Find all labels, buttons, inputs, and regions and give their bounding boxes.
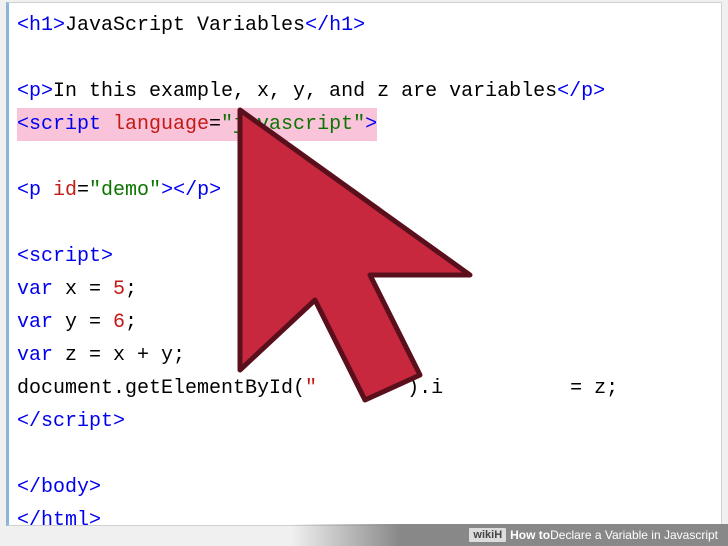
tag-script-close: </script> [17, 410, 125, 433]
code-line-blank [17, 207, 721, 240]
highlighted-script-tag: <script language="javascript"> [17, 108, 377, 141]
code-line-blank [17, 141, 721, 174]
footer-title: Declare a Variable in Javascript [550, 528, 718, 542]
tag-script-open: <script> [17, 245, 113, 268]
code-line: <h1>JavaScript Variables</h1> [17, 9, 721, 42]
code-line-blank [17, 438, 721, 471]
code-line: document.getElementById(").i = z; [17, 372, 721, 405]
code-line: var z = x + y; [17, 339, 721, 372]
tag-close-h1: </h1> [305, 14, 365, 37]
tag-open-h1: <h1> [17, 14, 65, 37]
footer-logo: wikiH [469, 528, 506, 542]
code-line-blank [17, 42, 721, 75]
code-line-highlighted: <script language="javascript"> [17, 108, 721, 141]
code-line: var x = 5; [17, 273, 721, 306]
code-line: <p id="demo"></p> [17, 174, 721, 207]
footer-prefix: How to [510, 528, 550, 542]
code-line: </body> [17, 471, 721, 504]
tag-close-p: </p> [557, 80, 605, 103]
tag-body-close: </body> [17, 476, 101, 499]
text-h1: JavaScript Variables [65, 14, 305, 37]
tag-open-p: <p> [17, 80, 53, 103]
code-editor: <h1>JavaScript Variables</h1> <p>In this… [6, 2, 722, 526]
tag-open-p-id: <p [17, 179, 53, 202]
code-line: <script> [17, 240, 721, 273]
text-p: In this example, x, y, and z are variabl… [53, 80, 557, 103]
code-line: var y = 6; [17, 306, 721, 339]
footer-watermark: wikiH How to Declare a Variable in Javas… [0, 524, 728, 546]
code-line: <p>In this example, x, y, and z are vari… [17, 75, 721, 108]
code-line: </script> [17, 405, 721, 438]
